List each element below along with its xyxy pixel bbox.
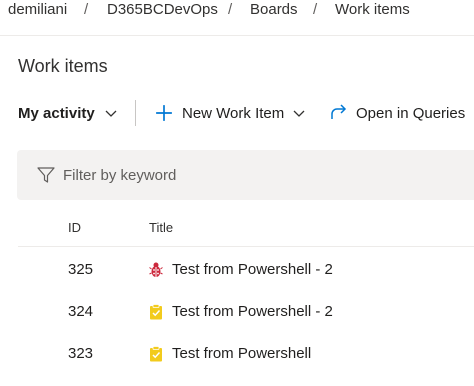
task-icon xyxy=(150,346,162,362)
view-selector-label: My activity xyxy=(18,104,95,122)
toolbar-separator xyxy=(135,100,136,126)
work-item-id: 325 xyxy=(68,261,94,278)
breadcrumb-separator: / xyxy=(84,1,89,18)
chevron-down-icon xyxy=(105,110,117,117)
breadcrumb-separator: / xyxy=(228,1,233,18)
open-in-queries-label: Open in Queries xyxy=(356,104,466,122)
redirect-arrow-icon xyxy=(331,104,347,119)
table-row[interactable]: 325 Test from Powershell - 2 xyxy=(0,248,474,290)
table-row[interactable]: 324 Test from Powershell - 2 xyxy=(0,290,474,332)
view-selector-dropdown[interactable]: My activity xyxy=(18,96,119,130)
filter-keyword-input[interactable] xyxy=(63,163,443,187)
filter-icon xyxy=(37,167,55,183)
filter-bar xyxy=(17,150,474,200)
work-item-title-link[interactable]: Test from Powershell - 2 xyxy=(172,303,333,320)
chevron-down-icon xyxy=(293,110,305,117)
breadcrumb-item-project[interactable]: D365BCDevOps xyxy=(107,1,218,18)
breadcrumb-item-work-items[interactable]: Work items xyxy=(335,1,410,18)
column-header-title[interactable]: Title xyxy=(149,220,173,235)
grid-header: ID Title xyxy=(0,206,474,246)
breadcrumb: demiliani / D365BCDevOps / Boards / Work… xyxy=(0,0,474,22)
grid-header-divider xyxy=(18,246,474,247)
table-row[interactable]: 323 Test from Powershell xyxy=(0,332,474,374)
work-item-id: 323 xyxy=(68,345,94,362)
new-work-item-label: New Work Item xyxy=(182,104,285,122)
plus-icon xyxy=(156,105,172,121)
open-in-queries-button[interactable]: Open in Queries xyxy=(330,96,465,130)
work-item-title-link[interactable]: Test from Powershell xyxy=(172,345,311,362)
column-header-id[interactable]: ID xyxy=(68,220,81,235)
new-work-item-button[interactable]: New Work Item xyxy=(155,96,307,130)
work-item-id: 324 xyxy=(68,303,94,320)
breadcrumb-separator: / xyxy=(313,1,318,18)
breadcrumb-item-boards[interactable]: Boards xyxy=(250,1,298,18)
bug-icon xyxy=(149,262,163,277)
header-divider xyxy=(0,35,474,36)
toolbar: My activity New Work Item Open in Querie… xyxy=(0,96,474,132)
work-item-title-link[interactable]: Test from Powershell - 2 xyxy=(172,261,333,278)
breadcrumb-item-organization[interactable]: demiliani xyxy=(8,1,67,18)
task-icon xyxy=(150,304,162,320)
page-title: Work items xyxy=(18,56,108,76)
